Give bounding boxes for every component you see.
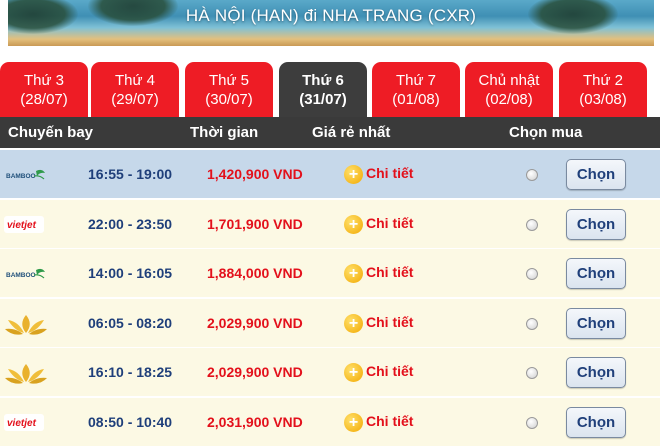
select-button[interactable]: Chọn [566,159,626,190]
flight-price: 1,884,000 VND [207,265,303,282]
tab-day[interactable]: Thứ 2 (03/08) [559,62,647,118]
flight-time: 14:00 - 16:05 [88,265,173,282]
plus-circle-icon: + [344,313,363,333]
column-price: Giá rẻ nhất [312,124,391,141]
date-tabs: Thứ 3 (28/07) Thứ 4 (29/07) Thứ 5 (30/07) Thứ … [0,62,660,118]
plus-circle-icon: + [344,413,363,432]
vietnam-airlines-logo-icon [4,360,48,386]
route-banner: HÀ NỘI (HAN) đi NHA TRANG (CXR) [8,0,654,46]
detail-label: Chi tiết [366,363,414,380]
select-button[interactable]: Chọn [566,307,626,339]
route-title: HÀ NỘI (HAN) đi NHA TRANG (CXR) [185,6,477,25]
vietnam-airlines-logo-icon [4,311,48,337]
select-radio[interactable] [526,169,538,181]
detail-label: Chi tiết [366,214,414,231]
flight-time: 16:10 - 18:25 [88,364,173,381]
flight-price: 1,420,900 VND [207,166,303,182]
flight-time: 08:50 - 10:40 [88,414,173,430]
plus-circle-icon: + [344,165,363,184]
select-radio[interactable] [526,317,538,330]
tab-date-label: (03/08) [579,91,627,108]
select-radio[interactable] [526,417,538,429]
tab-day[interactable]: Thứ 7 (01/08) [372,62,460,118]
select-radio[interactable] [526,218,538,231]
tab-day-label: Thứ 6 [302,72,344,89]
tab-day[interactable]: Thứ 4 (29/07) [91,62,179,118]
flight-row: BAMBOO 16:55 - 19:00 1,420,900 VND + Chi tiế… [0,150,660,199]
tab-date-label: (01/08) [392,91,440,108]
flight-time: 16:55 - 19:00 [88,166,173,182]
tab-date-label: (28/07) [20,91,68,108]
tab-date-label: (30/07) [205,91,253,108]
column-time: Thời gian [190,124,259,141]
flight-time: 22:00 - 23:50 [88,215,173,232]
flight-row: 16:10 - 18:25 2,029,900 VND + Chi tiết Chọn [0,348,660,398]
airline-logo-text: BAMBOO [6,272,36,279]
tab-day[interactable]: Thứ 5 (30/07) [185,62,273,118]
tab-day-label: Thứ 3 [23,72,65,89]
vietjet-logo-icon: vietjet [4,212,48,238]
select-button[interactable]: Chọn [566,407,626,438]
flight-price: 2,029,900 VND [207,314,303,331]
flight-row: vietjet 22:00 - 23:50 1,701,900 VND + Chi ti… [0,199,660,249]
flight-price: 2,029,900 VND [207,364,303,381]
detail-label: Chi tiết [366,313,414,330]
plus-circle-icon: + [344,214,363,234]
tab-day-label: Chủ nhật [478,72,540,89]
tab-date-label: (31/07) [299,91,347,108]
airline-logo-text: vietjet [7,220,37,231]
select-button[interactable]: Chọn [566,357,626,389]
tab-day[interactable]: Chủ nhật (02/08) [465,62,553,118]
tab-day[interactable]: Thứ 3 (28/07) [0,62,88,118]
tab-day-label: Thứ 2 [582,72,624,89]
detail-label: Chi tiết [366,165,414,181]
flight-price: 1,701,900 VND [207,215,303,232]
detail-label: Chi tiết [366,413,414,429]
select-button[interactable]: Chọn [566,258,626,290]
flight-row: vietjet 08:50 - 10:40 2,031,900 VND + Chi ti… [0,398,660,447]
tab-day-label: Thứ 5 [208,72,250,89]
flight-time: 06:05 - 08:20 [88,314,173,331]
plus-circle-icon: + [344,264,363,284]
bamboo-logo-icon: BAMBOO [4,162,48,188]
select-button[interactable]: Chọn [566,208,626,240]
column-flight: Chuyến bay [8,124,94,141]
select-radio[interactable] [526,367,538,380]
tab-day-label: Thứ 4 [114,72,156,89]
tab-date-label: (29/07) [111,91,159,108]
tab-day[interactable]: Thứ 6 (31/07) [279,62,367,118]
flight-price: 2,031,900 VND [207,414,303,430]
results-table-header: Chuyến bay Thời gian Giá rẻ nhất Chọn mu… [0,117,660,148]
tab-date-label: (02/08) [485,91,533,108]
select-radio[interactable] [526,268,538,281]
detail-label: Chi tiết [366,264,414,281]
tab-day-label: Thứ 7 [395,72,437,89]
column-select: Chọn mua [509,124,583,141]
plus-circle-icon: + [344,363,363,383]
flight-row: 06:05 - 08:20 2,029,900 VND + Chi tiết Chọn [0,298,660,348]
flight-row: BAMBOO 14:00 - 16:05 1,884,000 VND + Chi tiế… [0,249,660,299]
airline-logo-text: vietjet [7,418,37,429]
vietjet-logo-icon: vietjet [4,410,48,436]
airline-logo-text: BAMBOO [6,173,36,180]
bamboo-logo-icon: BAMBOO [4,261,48,287]
